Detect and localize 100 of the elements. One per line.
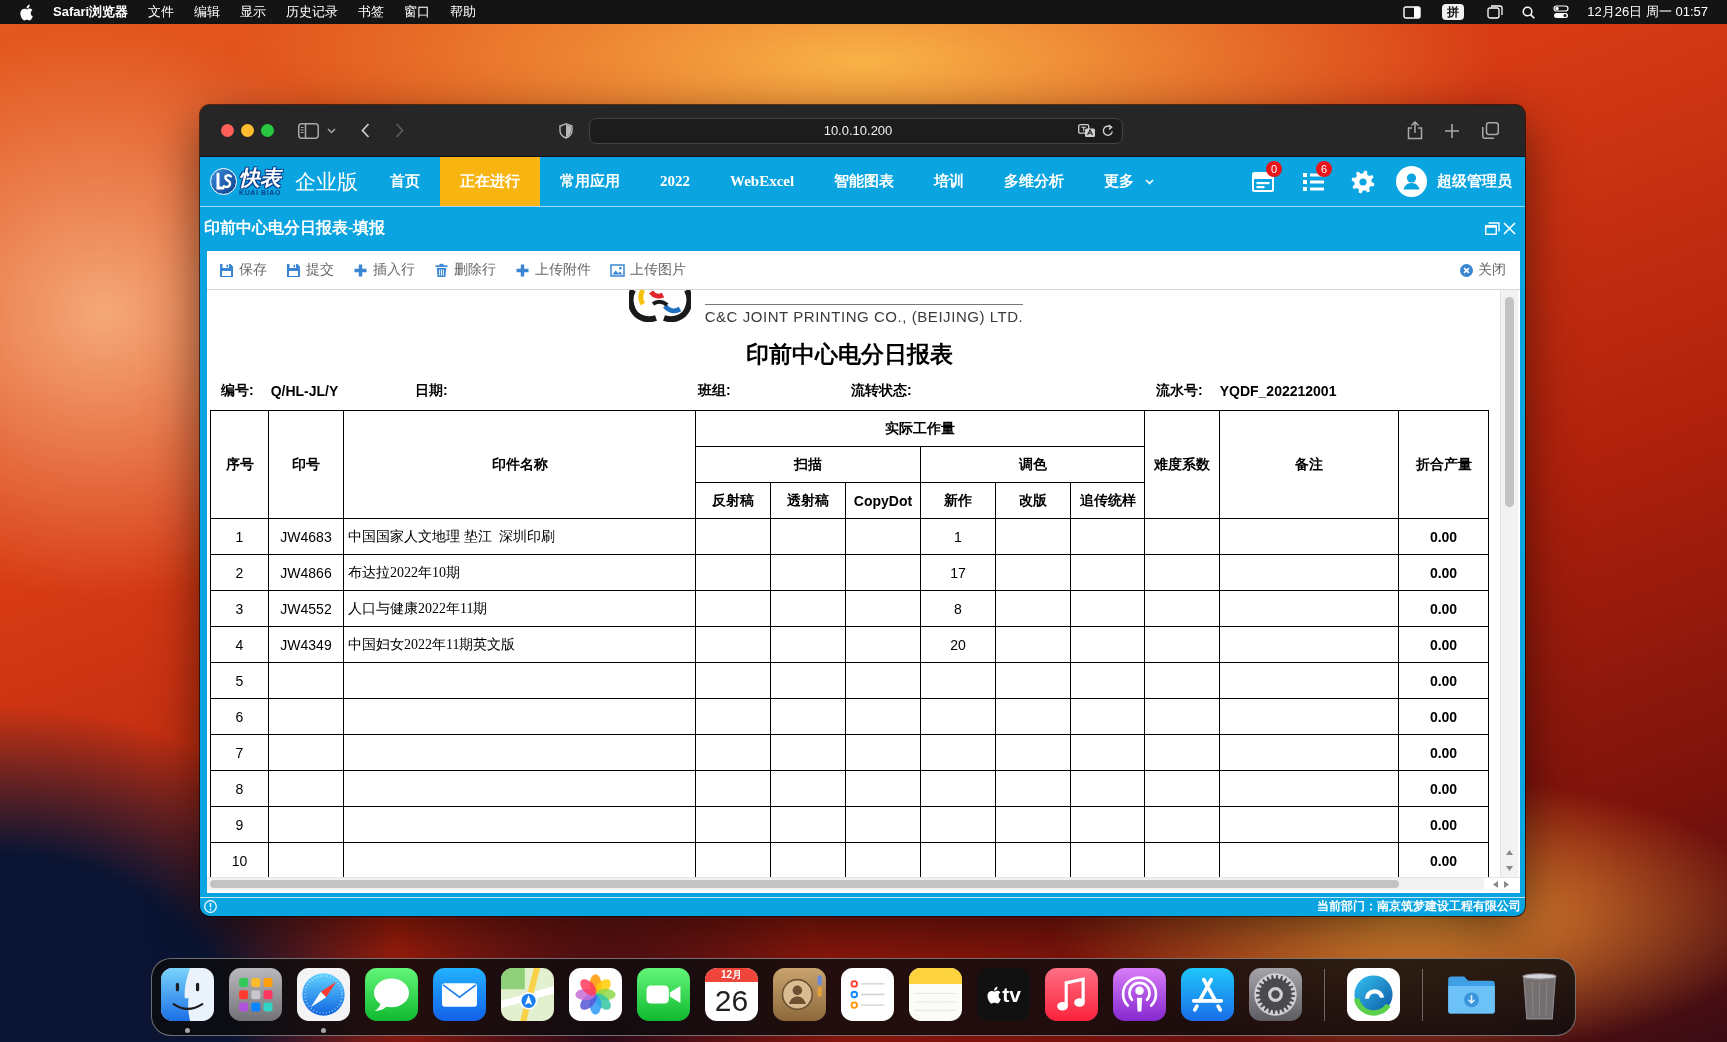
info-icon[interactable] — [204, 900, 217, 913]
menu-item[interactable]: 历史记录 — [286, 3, 339, 21]
contact-card-icon[interactable] — [773, 968, 826, 1021]
speech-bubble-icon[interactable] — [365, 968, 418, 1021]
caret-left-icon[interactable] — [1493, 880, 1498, 888]
translate-icon[interactable] — [1078, 123, 1096, 138]
table-cell: 8 — [210, 770, 269, 807]
shield-icon[interactable] — [559, 122, 573, 139]
field-label: 编号: — [221, 382, 254, 400]
app-store-icon[interactable] — [1181, 968, 1234, 1021]
share-icon[interactable] — [1407, 121, 1423, 140]
menu-item[interactable]: 编辑 — [194, 3, 221, 21]
minimize-window-icon[interactable] — [241, 124, 254, 137]
checklist-icon[interactable] — [841, 968, 894, 1021]
table-cell: 中国妇女2022年11期英文版 — [343, 626, 696, 663]
table-cell: 0.00 — [1398, 626, 1489, 663]
report-title: 印前中心电分日报表 — [745, 342, 953, 367]
table-cell: JW4866 — [268, 554, 344, 591]
app-menu[interactable]: Safari浏览器 — [53, 3, 129, 21]
status-text: 当前部门：南京筑梦建设工程有限公司 — [1317, 898, 1521, 915]
table-cell: JW4552 — [268, 590, 344, 627]
table-cell: 2 — [210, 554, 269, 591]
caret-down-icon[interactable] — [1506, 866, 1513, 871]
column-header: 新作 — [920, 482, 996, 519]
toolbar-button[interactable]: 提交 — [286, 261, 334, 279]
flower-icon[interactable] — [569, 968, 622, 1021]
tv-icon[interactable]: tv — [977, 968, 1030, 1021]
windows-icon[interactable] — [1487, 5, 1504, 19]
scrollbar-thumb[interactable] — [210, 880, 1399, 888]
control-center-icon[interactable] — [1553, 5, 1570, 19]
calendar-month: 12月 — [705, 968, 758, 982]
search-icon[interactable] — [1522, 5, 1536, 19]
toolbar-button[interactable]: 删除行 — [434, 261, 496, 279]
field-label: 流转状态: — [851, 382, 912, 400]
table-cell: 0.00 — [1398, 662, 1489, 699]
app-grid-icon[interactable] — [229, 968, 282, 1021]
column-header: 难度系数 — [1144, 410, 1220, 519]
dialog-title: 印前中心电分日报表-填报 — [204, 218, 386, 238]
caret-right-icon[interactable] — [1504, 880, 1509, 888]
scrollbar-thumb[interactable] — [1505, 297, 1514, 507]
menu-item[interactable]: 窗口 — [404, 3, 431, 21]
swirl-icon[interactable] — [1347, 968, 1400, 1021]
column-header: 实际工作量 — [695, 410, 1145, 447]
vertical-scrollbar[interactable] — [1500, 290, 1518, 877]
reload-icon[interactable] — [1102, 124, 1114, 137]
chevron-down-icon[interactable] — [327, 127, 336, 134]
podcast-icon[interactable] — [1113, 968, 1166, 1021]
close-window-icon[interactable] — [221, 124, 234, 137]
logo-text: 快表 — [239, 166, 281, 189]
video-camera-icon[interactable] — [637, 968, 690, 1021]
calendar-icon[interactable]: 12月 26 — [705, 968, 758, 1021]
toolbar-button[interactable]: 保存 — [219, 261, 267, 279]
tv-label: tv — [1002, 983, 1021, 1006]
close-icon[interactable] — [1503, 222, 1516, 235]
table-cell: 20 — [920, 626, 996, 663]
column-header: 扫描 — [695, 446, 921, 483]
column-header: CopyDot — [845, 482, 921, 519]
settings-icon[interactable] — [1249, 968, 1302, 1021]
notepad-icon[interactable] — [909, 968, 962, 1021]
sidebar-icon[interactable] — [298, 122, 319, 139]
table-cell: 0.00 — [1398, 554, 1489, 591]
table-cell: 6 — [210, 698, 269, 735]
menu-item[interactable]: 文件 — [148, 3, 175, 21]
close-circle-icon — [1460, 263, 1473, 277]
toolbar-button[interactable]: 上传附件 — [515, 261, 591, 279]
input-source-indicator[interactable]: 拼 — [1442, 4, 1465, 20]
envelope-icon[interactable] — [433, 968, 486, 1021]
new-tab-icon[interactable] — [1445, 123, 1459, 138]
menu-item[interactable]: 帮助 — [450, 3, 477, 21]
face-icon[interactable] — [161, 968, 214, 1021]
toolbar-button[interactable]: 上传图片 — [610, 261, 686, 279]
address-field[interactable]: 10.0.10.200 — [589, 117, 1123, 144]
apple-icon[interactable] — [19, 3, 33, 21]
table-cell: 布达拉2022年10期 — [343, 554, 696, 591]
menu-item[interactable]: 书签 — [358, 3, 385, 21]
menu-bar-clock[interactable]: 12月26日 周一 01:57 — [1587, 3, 1708, 21]
column-header: 备注 — [1219, 410, 1399, 519]
field-label: 班组: — [698, 382, 731, 400]
logo-mark-icon[interactable] — [210, 168, 237, 195]
avatar-icon[interactable] — [1396, 166, 1427, 197]
map-icon[interactable] — [501, 968, 554, 1021]
back-icon[interactable] — [361, 123, 370, 138]
company-name: C&C JOINT PRINTING CO., (BEIJING) LTD. — [704, 308, 1024, 326]
toolbar-button[interactable]: 插入行 — [353, 261, 415, 279]
menu-item[interactable]: 显示 — [240, 3, 267, 21]
close-button[interactable]: 关闭 — [1460, 261, 1506, 279]
table-cell: JW4349 — [268, 626, 344, 663]
maximize-window-icon[interactable] — [261, 124, 274, 137]
restore-icon[interactable] — [1485, 222, 1500, 235]
image-icon — [610, 262, 625, 278]
horizontal-scrollbar[interactable] — [207, 878, 1484, 890]
tab-overview-icon[interactable] — [1482, 122, 1499, 139]
caret-up-icon[interactable] — [1506, 850, 1513, 855]
table-cell: 0.00 — [1398, 806, 1489, 843]
music-note-icon[interactable] — [1045, 968, 1098, 1021]
table-cell: 9 — [210, 806, 269, 843]
table-cell: 8 — [920, 590, 996, 627]
screen-mirroring-icon[interactable] — [1403, 5, 1422, 19]
compass-icon[interactable] — [297, 968, 350, 1021]
table-cell: 0.00 — [1398, 698, 1489, 735]
